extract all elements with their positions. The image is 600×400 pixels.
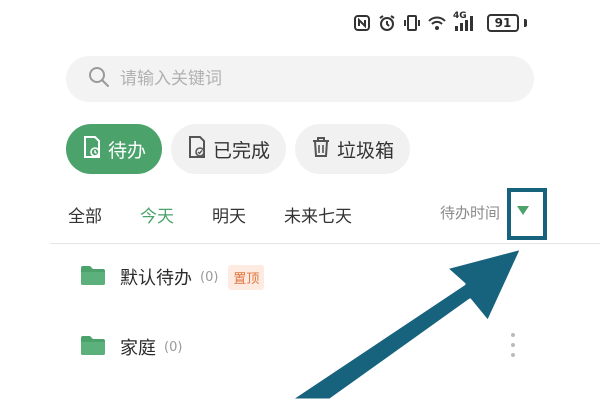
- folder-icon: [80, 334, 120, 360]
- tab-today[interactable]: 今天: [140, 202, 174, 227]
- todo-doc-icon: [82, 135, 108, 163]
- annotation-highlight-box: [507, 188, 547, 240]
- chip-completed[interactable]: 已完成: [171, 124, 287, 174]
- divider: [50, 243, 600, 244]
- sort-label[interactable]: 待办时间: [440, 202, 500, 223]
- pinned-badge: 置顶: [228, 264, 265, 290]
- chip-trash-label: 垃圾箱: [337, 139, 395, 162]
- signal-icon: 4G: [453, 11, 477, 32]
- search-bar[interactable]: [66, 56, 534, 102]
- wifi-icon: [428, 14, 446, 32]
- chip-completed-label: 已完成: [213, 139, 271, 162]
- tab-tomorrow[interactable]: 明天: [212, 202, 246, 227]
- chip-trash[interactable]: 垃圾箱: [295, 124, 411, 174]
- list-item-name: 默认待办: [120, 268, 192, 289]
- list-item-count: (0): [164, 339, 183, 355]
- chip-todo-label: 待办: [108, 139, 147, 162]
- search-icon: [88, 66, 110, 92]
- list-item-name: 家庭: [120, 338, 156, 359]
- list-item[interactable]: 家庭 (0): [80, 334, 182, 360]
- tab-all[interactable]: 全部: [68, 202, 102, 227]
- vibrate-icon: [403, 14, 421, 32]
- trash-icon: [311, 136, 337, 163]
- network-label: 4G: [453, 11, 467, 21]
- status-bar: 4G 91: [353, 10, 527, 36]
- folder-icon: [80, 264, 120, 290]
- date-filter-tabs: 全部 今天 明天 未来七天: [68, 202, 390, 227]
- tab-next-seven-days[interactable]: 未来七天: [284, 202, 352, 227]
- search-input[interactable]: [120, 69, 500, 89]
- done-doc-icon: [187, 135, 213, 163]
- alarm-icon: [378, 14, 396, 32]
- chip-todo[interactable]: 待办: [66, 124, 163, 174]
- list-item[interactable]: 默认待办 (0) 置顶: [80, 264, 265, 290]
- more-options-icon[interactable]: [510, 333, 516, 357]
- battery-level: 91: [487, 14, 519, 32]
- category-chips: 待办 已完成 垃圾箱: [66, 124, 411, 174]
- nfc-icon: [353, 14, 371, 32]
- list-item-count: (0): [200, 269, 219, 285]
- battery-icon: 91: [484, 14, 527, 32]
